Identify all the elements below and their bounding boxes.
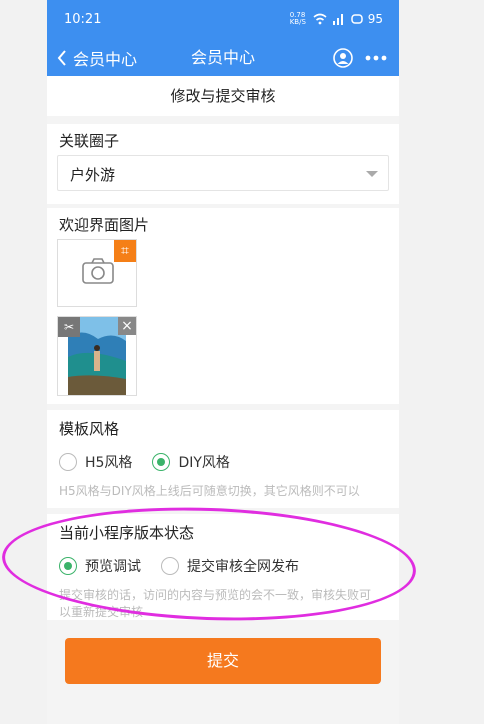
back-button[interactable]: 会员中心 (57, 40, 137, 76)
template-option-diy-label: DIY风格 (178, 455, 230, 471)
version-hint-line2: 以重新提交审核 (59, 605, 144, 619)
chevron-left-icon (57, 50, 66, 66)
welcome-label: 欢迎界面图片 (59, 216, 150, 234)
version-option-publish-label: 提交审核全网发布 (187, 559, 299, 575)
version-status-label: 当前小程序版本状态 (59, 524, 195, 542)
radio-publish[interactable] (161, 557, 179, 575)
network-speed: 0.78 KB/S (289, 11, 306, 26)
template-label: 模板风格 (59, 420, 120, 438)
dropdown-arrow-icon (366, 171, 378, 177)
page-subtitle: 修改与提交审核 (47, 76, 399, 116)
scissors-icon[interactable]: ✂ (58, 317, 80, 337)
image-upload-button[interactable]: ⌗ (57, 239, 137, 307)
nav-bar: 会员中心 会员中心 (47, 40, 399, 76)
user-icon[interactable] (333, 48, 353, 68)
version-status-section: 当前小程序版本状态 预览调试 提交审核全网发布 提交审核的话，访问的内容与预览的… (47, 514, 399, 620)
template-option-h5[interactable]: H5风格 (59, 452, 132, 472)
status-icons: 0.78 KB/S 95 (289, 11, 383, 27)
template-option-diy[interactable]: DIY风格 (152, 452, 230, 472)
back-label: 会员中心 (73, 50, 138, 69)
template-option-h5-label: H5风格 (85, 455, 133, 471)
circle-label: 关联圈子 (59, 132, 120, 150)
template-hint: H5风格与DIY风格上线后可随意切换，其它风格则不可以 (59, 484, 360, 498)
radio-diy[interactable] (152, 453, 171, 471)
battery-level: 95 (367, 12, 383, 26)
version-hint-line1: 提交审核的话，访问的内容与预览的会不一致，审核失败可 (59, 588, 372, 602)
version-option-preview[interactable]: 预览调试 (59, 556, 141, 576)
radio-preview[interactable] (59, 557, 77, 575)
phone-screen: 10:21 0.78 KB/S 95 会员中心 会员中心 修改与提交审核 关联圈… (47, 0, 399, 724)
welcome-image-section: 欢迎界面图片 ⌗ ✂ × (47, 208, 399, 404)
welcome-image-thumbnail[interactable]: ✂ × (57, 316, 137, 396)
template-style-section: 模板风格 H5风格 DIY风格 H5风格与DIY风格上线后可随意切换，其它风格则… (47, 410, 399, 508)
crop-icon[interactable]: ⌗ (114, 240, 136, 262)
submit-button[interactable]: 提交 (65, 638, 381, 684)
wifi-icon (313, 13, 327, 25)
camera-icon (82, 258, 114, 284)
circle-select[interactable]: 户外游 (57, 155, 389, 191)
template-radio-group: H5风格 DIY风格 (59, 452, 250, 472)
version-option-publish[interactable]: 提交审核全网发布 (161, 556, 299, 576)
version-option-preview-label: 预览调试 (85, 559, 141, 575)
battery-icon (350, 14, 363, 24)
status-time: 10:21 (64, 12, 102, 27)
signal-icon (332, 14, 343, 25)
version-radio-group: 预览调试 提交审核全网发布 (59, 556, 319, 576)
more-icon[interactable] (363, 48, 389, 68)
circle-selected-value: 户外游 (70, 166, 116, 184)
status-bar: 10:21 0.78 KB/S 95 (47, 0, 399, 40)
close-icon[interactable]: × (118, 317, 136, 335)
circle-section: 关联圈子 户外游 (47, 124, 399, 204)
radio-h5[interactable] (59, 453, 77, 471)
